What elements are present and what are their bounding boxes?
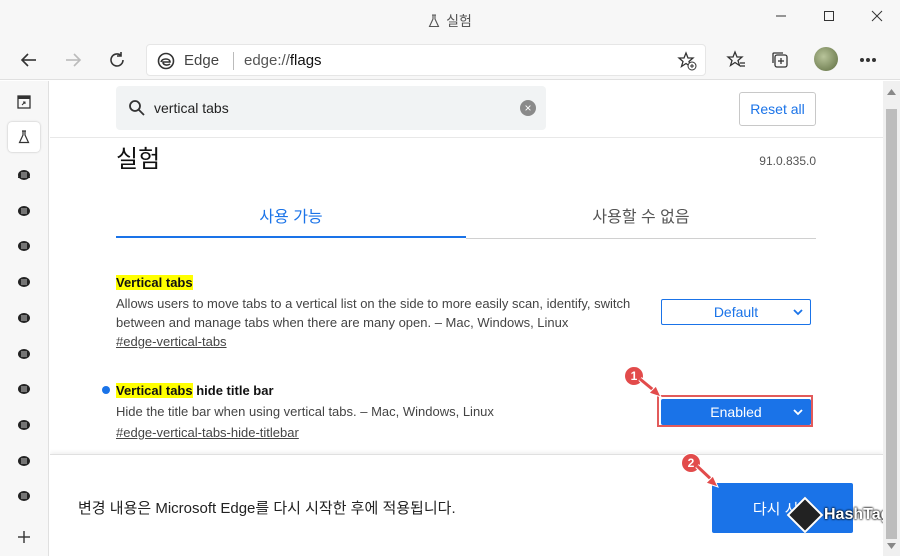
tab-actions-button[interactable] [8, 87, 40, 117]
tab-available[interactable]: 사용 가능 [116, 203, 466, 227]
add-favorite-icon[interactable] [677, 51, 697, 71]
tab-flags[interactable] [8, 122, 40, 152]
profile-avatar[interactable] [814, 47, 838, 71]
header-divider [50, 137, 883, 138]
site-favicon-icon [18, 170, 30, 180]
annotation-arrow-icon [695, 464, 719, 488]
refresh-icon [110, 52, 124, 67]
flask-icon [428, 14, 440, 28]
tab-item[interactable] [8, 230, 40, 260]
tab-item[interactable] [8, 195, 40, 225]
flag-description: Allows users to move tabs to a vertical … [116, 296, 631, 330]
tab-item[interactable] [8, 338, 40, 368]
address-url: edge://flags [244, 52, 322, 69]
address-bar[interactable]: Edge edge://flags [146, 44, 706, 76]
tab-unavailable[interactable]: 사용할 수 없음 [466, 203, 816, 227]
modified-indicator [102, 386, 110, 394]
restart-message: 변경 내용은 Microsoft Edge를 다시 시작한 후에 적용됩니다. [78, 500, 456, 517]
vertical-tab-strip [0, 81, 49, 556]
site-favicon-icon [18, 277, 30, 287]
flask-icon [18, 130, 30, 144]
chevron-down-icon [793, 309, 803, 316]
flag-select[interactable]: Default [661, 299, 811, 325]
reset-all-button[interactable]: Reset all [739, 92, 816, 126]
minimize-button[interactable] [758, 0, 804, 32]
site-favicon-icon [18, 384, 30, 394]
page-title: 실험 [116, 146, 161, 173]
site-favicon-icon [18, 313, 30, 323]
flags-search-box[interactable]: vertical tabs × [116, 86, 546, 130]
arrow-right-icon [66, 53, 82, 67]
favorites-button[interactable] [720, 44, 752, 76]
flag-select-value: Default [713, 304, 759, 320]
flags-page: vertical tabs × Reset all 실험 91.0.835.0 … [50, 81, 883, 556]
more-dots-icon [859, 57, 877, 63]
version-label: 91.0.835.0 [759, 154, 816, 168]
flag-title-highlight: Vertical tabs [116, 383, 193, 398]
title-bar: 실험 [0, 0, 900, 40]
site-favicon-icon [18, 456, 30, 466]
flag-link[interactable]: #edge-vertical-tabs [116, 334, 227, 349]
flag-title: Vertical tabs hide title bar [116, 383, 274, 398]
tab-actions-icon [17, 95, 31, 109]
tab-item[interactable] [8, 266, 40, 296]
scroll-up-icon[interactable] [887, 89, 896, 95]
tab-item[interactable] [8, 159, 40, 189]
tab-item[interactable] [8, 373, 40, 403]
collections-button[interactable] [764, 44, 796, 76]
site-favicon-icon [18, 206, 30, 216]
refresh-button[interactable] [101, 44, 133, 76]
page-scrollbar[interactable] [883, 81, 900, 556]
annotation-highlight-box [657, 395, 813, 427]
maximize-icon [824, 11, 834, 21]
tab-item[interactable] [8, 409, 40, 439]
minimize-icon [776, 15, 786, 17]
scroll-down-icon[interactable] [887, 543, 896, 549]
settings-more-button[interactable] [852, 44, 884, 76]
site-favicon-icon [18, 241, 30, 251]
tab-item[interactable] [8, 480, 40, 510]
watermark-text: HashTag [824, 506, 883, 523]
flag-description: Hide the title bar when using vertical t… [116, 404, 494, 419]
url-prefix: edge:// [244, 52, 290, 69]
browser-toolbar: Edge edge://flags [0, 40, 900, 80]
clear-search-icon[interactable]: × [520, 100, 536, 116]
favorites-star-icon [726, 50, 745, 68]
active-tab-indicator [116, 236, 466, 238]
scrollbar-thumb[interactable] [886, 109, 897, 539]
address-separator [233, 52, 234, 70]
annotation-arrow-icon [638, 377, 662, 398]
close-window-button[interactable] [854, 0, 900, 32]
address-brand: Edge [184, 52, 220, 69]
forward-button[interactable] [57, 44, 89, 76]
tab-item[interactable] [8, 445, 40, 475]
site-favicon-icon [18, 491, 30, 501]
edge-logo-icon [157, 52, 175, 70]
search-icon [129, 100, 145, 116]
window-title-text: 실험 [446, 13, 472, 29]
tab-divider [466, 238, 816, 239]
maximize-button[interactable] [806, 0, 852, 32]
restart-footer: 변경 내용은 Microsoft Edge를 다시 시작한 후에 적용됩니다. … [50, 454, 883, 556]
flag-title-rest: hide title bar [192, 383, 274, 398]
plus-icon [18, 531, 30, 543]
site-favicon-icon [18, 420, 30, 430]
tab-item[interactable] [8, 302, 40, 332]
flag-title: Vertical tabs [116, 275, 193, 290]
arrow-left-icon [20, 53, 36, 67]
collections-icon [772, 52, 788, 68]
hashtag-watermark: HashTag [786, 496, 883, 534]
search-input[interactable]: vertical tabs [154, 100, 229, 116]
flag-title-highlight: Vertical tabs [116, 275, 193, 290]
flag-link[interactable]: #edge-vertical-tabs-hide-titlebar [116, 425, 299, 440]
new-tab-button[interactable] [8, 522, 40, 552]
back-button[interactable] [13, 44, 45, 76]
site-favicon-icon [18, 349, 30, 359]
watermark-logo-icon [786, 496, 824, 534]
close-icon [871, 10, 883, 22]
url-path: flags [289, 52, 322, 69]
